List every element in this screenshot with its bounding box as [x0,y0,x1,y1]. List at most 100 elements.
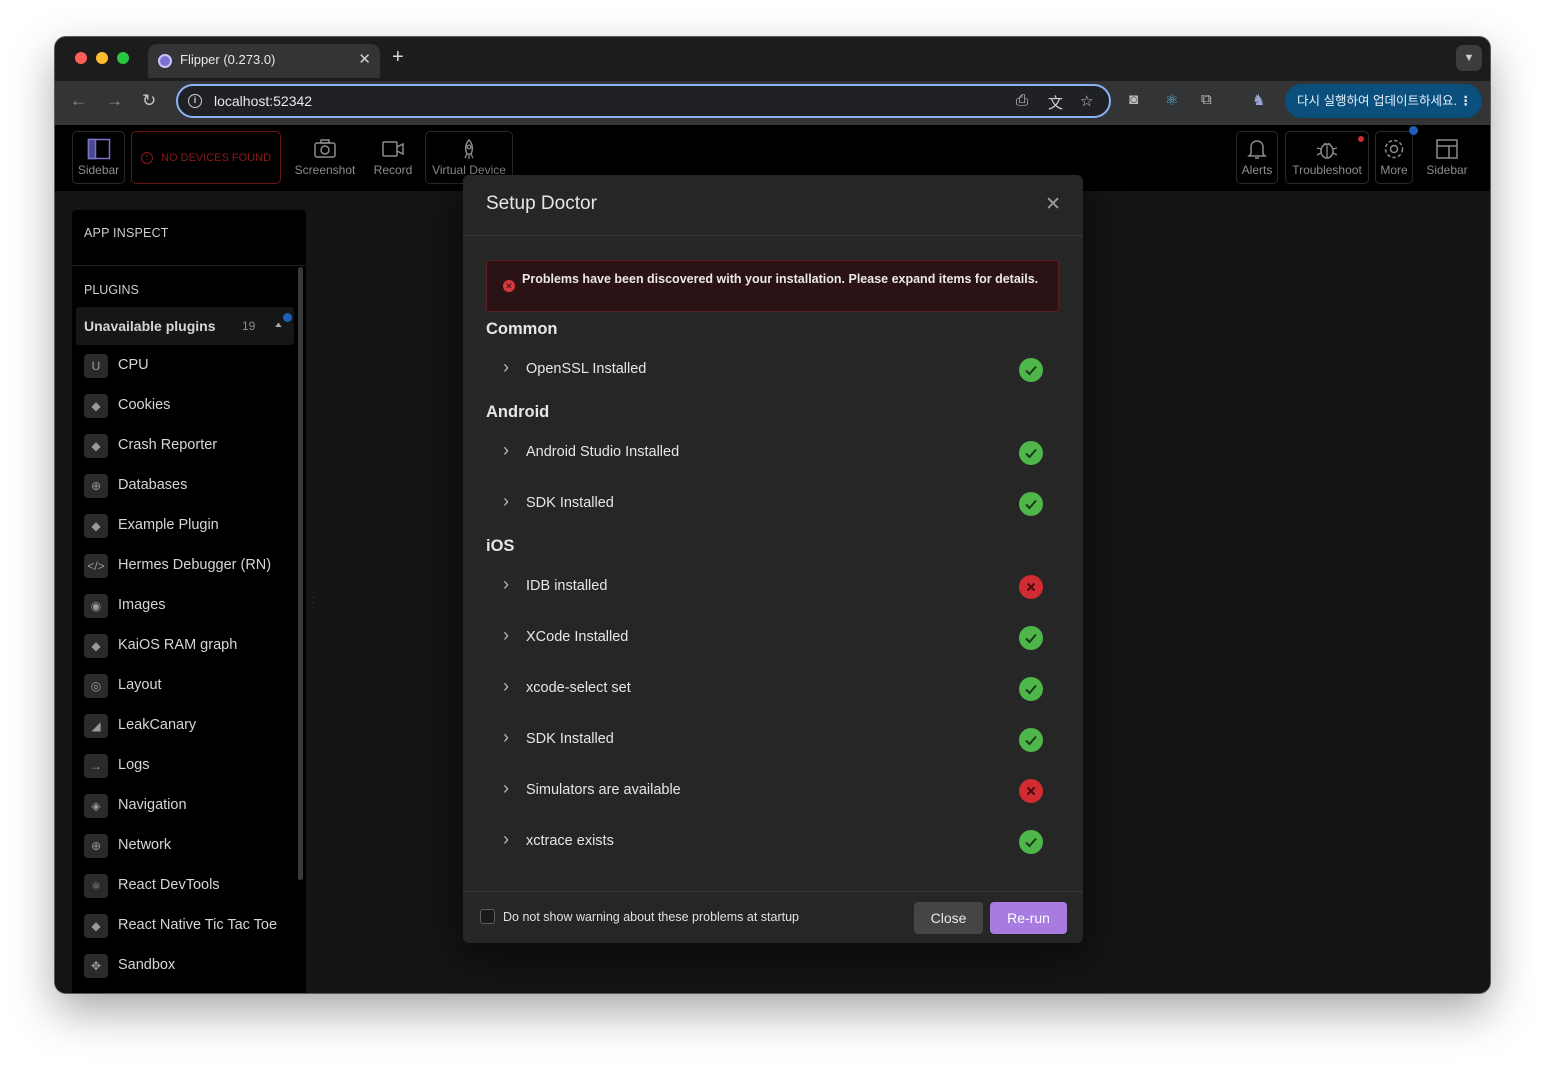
plugin-label: LeakCanary [118,717,197,733]
back-arrow-icon[interactable]: ← [70,91,87,111]
url-text[interactable]: localhost:52342 [214,93,312,109]
chevron-right-icon[interactable]: › [503,440,513,460]
plugin-item[interactable]: → Logs [84,750,284,782]
browser-tab[interactable]: Flipper (0.273.0) ✕ [148,44,380,78]
profile-avatar-icon[interactable]: ♞ [1252,91,1265,109]
chevron-up-icon[interactable]: ▲ [273,321,284,329]
bookmark-star-icon[interactable]: ☆ [1080,92,1093,110]
chevron-right-icon[interactable]: › [503,625,513,645]
react-extension-icon[interactable]: ⚛ [1165,91,1178,109]
zoom-window-button[interactable] [117,52,129,64]
plugin-item[interactable]: ◢ LeakCanary [84,710,284,742]
suppress-warning-label[interactable]: Do not show warning about these problems… [503,910,799,924]
camera-extension-icon[interactable]: ◙ [1129,91,1138,108]
plugin-item[interactable]: </> Hermes Debugger (RN) [84,550,284,582]
check-item[interactable]: › Android Studio Installed [503,439,1045,473]
group-notification-dot [283,313,292,322]
plugin-item[interactable]: ◉ Images [84,590,284,622]
close-tab-icon[interactable]: ✕ [358,50,371,68]
chevron-right-icon[interactable]: › [503,676,513,696]
reload-icon[interactable]: ↻ [142,91,156,111]
cube-icon: ◆ [84,394,108,418]
device-selector-button[interactable]: ! NO DEVICES FOUND [131,131,281,184]
plugin-item[interactable]: ⊕ Databases [84,470,284,502]
plugin-item[interactable]: ⚛ React DevTools [84,870,284,902]
extensions-puzzle-icon[interactable]: ⧉ [1201,91,1212,108]
record-button[interactable]: Record [367,131,419,184]
kebab-menu-icon[interactable]: ⋮ [1460,84,1473,118]
alert-text: Problems have been discovered with your … [522,272,1039,286]
browser-toolbar: ← → ↻ i localhost:52342 ⎙ 文 ☆ ◙ ⚛ ⧉ ♞ 다시… [55,81,1490,125]
check-circle-icon [1019,728,1043,752]
new-tab-icon[interactable]: + [392,46,404,69]
forward-arrow-icon[interactable]: → [106,91,123,111]
check-item[interactable]: › SDK Installed [503,490,1045,524]
section-heading: Common [486,320,558,338]
left-sidebar-toggle-button[interactable]: Sidebar [72,131,125,184]
compass-icon: ◈ [84,794,108,818]
check-label: OpenSSL Installed [526,361,647,377]
minimize-window-button[interactable] [96,52,108,64]
check-item[interactable]: › xcode-select set [503,675,1045,709]
sidebar-divider [72,265,306,266]
chevron-right-icon[interactable]: › [503,829,513,849]
alerts-button[interactable]: Alerts [1236,131,1278,184]
update-text: 다시 실행하여 업데이트하세요. [1297,94,1457,108]
update-button[interactable]: 다시 실행하여 업데이트하세요. ⋮ [1285,84,1482,118]
plugin-label: React DevTools [118,877,220,893]
chevron-right-icon[interactable]: › [503,727,513,747]
check-item[interactable]: › Simulators are available [503,777,1045,811]
sandbox-icon: ✥ [84,954,108,978]
close-icon[interactable]: ✕ [1045,193,1061,216]
plugin-item[interactable]: ◎ Layout [84,670,284,702]
plugin-item[interactable]: ◆ React Native Tic Tac Toe [84,910,284,942]
check-item[interactable]: › SDK Installed [503,726,1045,760]
chevron-right-icon[interactable]: › [503,357,513,377]
plugin-item[interactable]: ⊕ Network [84,830,284,862]
plugin-item[interactable]: ◆ KaiOS RAM graph [84,630,284,662]
plugin-item[interactable]: U CPU [84,350,284,382]
resize-handle[interactable]: · · · [312,593,315,613]
error-alert: ✕ Problems have been discovered with you… [486,260,1059,312]
plugin-label: Databases [118,477,188,493]
chevron-right-icon[interactable]: › [503,491,513,511]
plugin-item[interactable]: ◈ Navigation [84,790,284,822]
plugin-label: React Native Tic Tac Toe [118,917,278,933]
check-item[interactable]: › xctrace exists [503,828,1045,862]
plugin-item[interactable]: ✥ Sandbox [84,950,284,982]
check-item[interactable]: › IDB installed [503,573,1045,607]
error-circle-icon [1019,779,1043,803]
plugin-item[interactable]: ◆ Example Plugin [84,510,284,542]
rerun-button[interactable]: Re-run [990,902,1067,934]
plugin-label: Example Plugin [118,517,219,533]
check-item[interactable]: › XCode Installed [503,624,1045,658]
troubleshoot-button[interactable]: Troubleshoot [1285,131,1369,184]
install-app-icon[interactable]: ⎙ [1016,92,1028,109]
chevron-right-icon[interactable]: › [503,574,513,594]
unavailable-plugins-group[interactable]: Unavailable plugins 19 ▲ [76,307,294,345]
close-window-button[interactable] [75,52,87,64]
address-bar[interactable]: i localhost:52342 ⎙ 文 ☆ [176,84,1111,118]
cpu-icon: U [84,354,108,378]
check-item[interactable]: › OpenSSL Installed [503,356,1045,390]
flipper-favicon-icon [158,54,172,68]
tab-search-chevron-icon[interactable]: ▼ [1456,45,1482,71]
check-label: IDB installed [526,578,608,594]
plugin-item[interactable]: ◆ Cookies [84,390,284,422]
chevron-right-icon[interactable]: › [503,778,513,798]
sidebar-scrollbar[interactable] [298,267,303,880]
section-heading: Android [486,403,550,421]
screenshot-button[interactable]: Screenshot [287,131,363,184]
cube-icon: ◆ [84,434,108,458]
globe-icon: ⊕ [84,474,108,498]
more-button[interactable]: More [1375,126,1418,184]
right-sidebar-toggle-button[interactable]: Sidebar [1419,131,1475,184]
suppress-warning-checkbox[interactable] [480,909,495,924]
warning-circle-icon: ! [141,152,153,164]
plugin-label: Sandbox [118,957,176,973]
translate-icon[interactable]: 文 [1048,92,1063,113]
plugin-item[interactable]: ◆ Crash Reporter [84,430,284,462]
sidebar-right-icon [1436,139,1458,159]
site-info-icon[interactable]: i [188,94,202,108]
close-button[interactable]: Close [914,902,983,934]
